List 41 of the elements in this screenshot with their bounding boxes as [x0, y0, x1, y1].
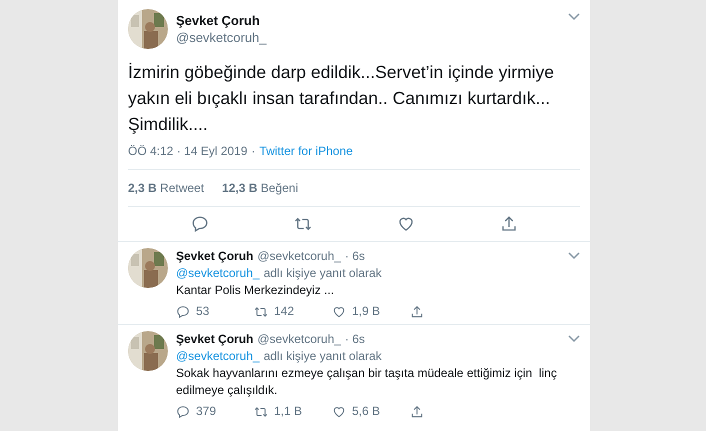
- mention-link[interactable]: @sevketcoruh_: [176, 265, 260, 282]
- tweet-text: Kantar Polis Merkezindeyiz ...: [176, 282, 336, 299]
- reply-count: 53: [196, 303, 210, 320]
- share-icon[interactable]: [410, 404, 424, 418]
- mention-link[interactable]: @sevketcoruh_: [176, 348, 260, 365]
- separator-dot: ·: [251, 143, 256, 160]
- reply-note: adlı kişiye yanıt olarak: [264, 348, 382, 365]
- author-handle[interactable]: @sevketcoruh_: [257, 331, 341, 348]
- chevron-down-icon[interactable]: [568, 13, 580, 21]
- like-count: 1,9 B: [352, 303, 380, 320]
- retweet-icon[interactable]: [254, 304, 268, 318]
- tweet-text: Sokak hayvanlarını ezmeye çalışan bir taşıta müdeale ettiğimiz için linç edilmeye çalışıldık.: [176, 365, 558, 399]
- tweet-timestamp[interactable]: ÖÖ 4:12 · 14 Eyl 2019: [128, 142, 248, 160]
- retweet-icon[interactable]: [254, 404, 268, 418]
- heart-icon[interactable]: [332, 304, 346, 318]
- share-icon[interactable]: [410, 304, 424, 318]
- author-name[interactable]: Şevket Çoruh: [176, 12, 560, 29]
- author-name[interactable]: Şevket Çoruh: [176, 248, 254, 265]
- source-link[interactable]: Twitter for iPhone: [259, 142, 353, 160]
- reply-count: 379: [196, 403, 216, 420]
- retweet-count: 1,1 B: [274, 403, 302, 420]
- reply-icon[interactable]: [190, 215, 208, 233]
- author-name[interactable]: Şevket Çoruh: [176, 331, 254, 348]
- author-handle[interactable]: @sevketcoruh_: [257, 248, 341, 265]
- like-count: 5,6 B: [352, 403, 380, 420]
- retweet-count: 142: [274, 303, 294, 320]
- heart-icon[interactable]: [396, 215, 414, 233]
- retweet-icon[interactable]: [294, 215, 312, 233]
- chevron-down-icon[interactable]: [568, 335, 580, 343]
- author-handle[interactable]: @sevketcoruh_: [176, 29, 560, 46]
- tweet-age: · 6s: [344, 248, 365, 265]
- stat-link[interactable]: 2,3 B Retweet: [128, 179, 204, 197]
- stat-link[interactable]: 12,3 B Beğeni: [222, 179, 298, 197]
- heart-icon[interactable]: [332, 404, 346, 418]
- reply-note: adlı kişiye yanıt olarak: [264, 265, 382, 282]
- tweet-age: · 6s: [344, 331, 365, 348]
- reply-icon[interactable]: [176, 404, 190, 418]
- tweet-text: İzmirin göbeğinde darp edildik...Servet’in içinde yirmiye yakın eli bıçaklı insan tarafından.. Canımızı kurtardık... Şimdilik....: [128, 61, 556, 136]
- reply-icon[interactable]: [176, 304, 190, 318]
- share-icon[interactable]: [500, 215, 518, 233]
- chevron-down-icon[interactable]: [568, 252, 580, 260]
